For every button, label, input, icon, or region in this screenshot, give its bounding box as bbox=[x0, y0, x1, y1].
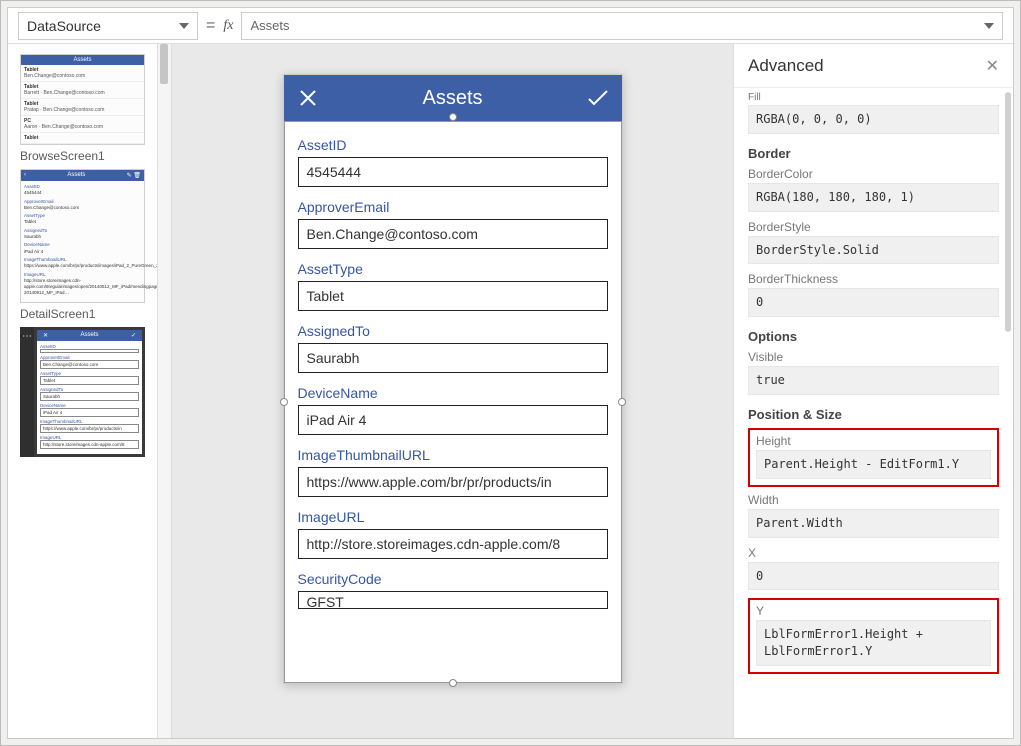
thumbnail-edit[interactable]: ⋯ ✕Assets✓ AssetID ApproverEmailBen.Chan… bbox=[20, 327, 145, 457]
formula-bar: DataSource = fx Assets bbox=[8, 8, 1013, 44]
prop-label: Y bbox=[756, 604, 991, 618]
section-position: Position & Size Height Parent.Height - E… bbox=[748, 407, 999, 674]
highlight-height: Height Parent.Height - EditForm1.Y bbox=[748, 428, 999, 487]
resize-handle-bottom[interactable] bbox=[449, 679, 457, 687]
thumb-browse-label: BrowseScreen1 bbox=[20, 149, 145, 163]
prop-borderthickness: BorderThickness 0 bbox=[748, 272, 999, 317]
card-assetid[interactable]: AssetID 4545444 bbox=[294, 131, 612, 193]
card-label: ImageURL bbox=[298, 509, 608, 525]
property-selector[interactable]: DataSource bbox=[18, 12, 198, 40]
prop-value-x[interactable]: 0 bbox=[748, 562, 999, 591]
text-input-assignedto[interactable]: Saurabh bbox=[298, 343, 608, 373]
text-input-securitycode[interactable]: GFST bbox=[298, 591, 608, 609]
card-label: ImageThumbnailURL bbox=[298, 447, 608, 463]
card-label: SecurityCode bbox=[298, 571, 608, 587]
prop-x: X 0 bbox=[748, 546, 999, 591]
text-input-assettype[interactable]: Tablet bbox=[298, 281, 608, 311]
tree-column: Assets TabletBen.Change@contoso.com Tabl… bbox=[8, 44, 172, 738]
card-label: DeviceName bbox=[298, 385, 608, 401]
thumbnail-browse[interactable]: Assets TabletBen.Change@contoso.com Tabl… bbox=[20, 54, 145, 163]
prop-value-width[interactable]: Parent.Width bbox=[748, 509, 999, 538]
prop-label: Visible bbox=[748, 350, 999, 364]
prop-value-height[interactable]: Parent.Height - EditForm1.Y bbox=[756, 450, 991, 479]
app-inner: DataSource = fx Assets Assets TabletBen.… bbox=[7, 7, 1014, 739]
check-icon[interactable] bbox=[586, 86, 610, 110]
prop-visible: Visible true bbox=[748, 350, 999, 395]
card-imagethumburl[interactable]: ImageThumbnailURL https://www.apple.com/… bbox=[294, 441, 612, 503]
phone-preview[interactable]: Assets AssetID 4545444 ApproverEm bbox=[283, 74, 623, 684]
prop-label: X bbox=[748, 546, 999, 560]
text-input-approveremail[interactable]: Ben.Change@contoso.com bbox=[298, 219, 608, 249]
prop-label: BorderThickness bbox=[748, 272, 999, 286]
section-border: Border BorderColor RGBA(180, 180, 180, 1… bbox=[748, 146, 999, 317]
card-assettype[interactable]: AssetType Tablet bbox=[294, 255, 612, 317]
thumb-header: Assets bbox=[21, 55, 144, 65]
card-imageurl[interactable]: ImageURL http://store.storeimages.cdn-ap… bbox=[294, 503, 612, 565]
card-devicename[interactable]: DeviceName iPad Air 4 bbox=[294, 379, 612, 441]
text-input-devicename[interactable]: iPad Air 4 bbox=[298, 405, 608, 435]
prop-label: Fill bbox=[748, 92, 999, 103]
prop-value-borderthickness[interactable]: 0 bbox=[748, 288, 999, 317]
section-title: Position & Size bbox=[748, 407, 999, 422]
prop-label: Width bbox=[748, 493, 999, 507]
prop-value-fill[interactable]: RGBA(0, 0, 0, 0) bbox=[748, 105, 999, 134]
prop-fill: Fill RGBA(0, 0, 0, 0) bbox=[748, 92, 999, 134]
thumbnail-detail[interactable]: ‹Assets✎ 🗑 AssetID4545444 ApproverEmailB… bbox=[20, 169, 145, 321]
chevron-down-icon bbox=[984, 23, 994, 29]
resize-handle-right[interactable] bbox=[618, 398, 626, 406]
phone-title: Assets bbox=[422, 87, 482, 110]
card-label: AssetType bbox=[298, 261, 608, 277]
screen-tree: Assets TabletBen.Change@contoso.com Tabl… bbox=[8, 44, 158, 738]
prop-label: BorderColor bbox=[748, 167, 999, 181]
advanced-panel: Advanced ✕ Fill RGBA(0, 0, 0, 0) Border … bbox=[733, 44, 1013, 738]
advanced-header: Advanced ✕ bbox=[734, 44, 1013, 88]
section-title: Border bbox=[748, 146, 999, 161]
prop-value-borderstyle[interactable]: BorderStyle.Solid bbox=[748, 236, 999, 265]
card-assignedto[interactable]: AssignedTo Saurabh bbox=[294, 317, 612, 379]
card-label: ApproverEmail bbox=[298, 199, 608, 215]
card-approveremail[interactable]: ApproverEmail Ben.Change@contoso.com bbox=[294, 193, 612, 255]
prop-width: Width Parent.Width bbox=[748, 493, 999, 538]
close-icon[interactable]: ✕ bbox=[986, 56, 999, 76]
edit-form[interactable]: AssetID 4545444 ApproverEmail Ben.Change… bbox=[284, 121, 622, 683]
resize-handle-left[interactable] bbox=[280, 398, 288, 406]
app-window: DataSource = fx Assets Assets TabletBen.… bbox=[0, 0, 1021, 746]
chevron-down-icon bbox=[179, 23, 189, 29]
prop-borderstyle: BorderStyle BorderStyle.Solid bbox=[748, 220, 999, 265]
main-body: Assets TabletBen.Change@contoso.com Tabl… bbox=[8, 44, 1013, 738]
resize-handle-top[interactable] bbox=[449, 113, 457, 121]
highlight-y: Y LblFormError1.Height + LblFormError1.Y bbox=[748, 598, 999, 674]
canvas: Assets AssetID 4545444 ApproverEm bbox=[172, 44, 733, 738]
section-options: Options Visible true bbox=[748, 329, 999, 395]
card-label: AssignedTo bbox=[298, 323, 608, 339]
prop-label: Height bbox=[756, 434, 991, 448]
prop-value-visible[interactable]: true bbox=[748, 366, 999, 395]
tree-scrollbar[interactable] bbox=[158, 44, 172, 738]
text-input-imageurl[interactable]: http://store.storeimages.cdn-apple.com/8 bbox=[298, 529, 608, 559]
prop-y: Y LblFormError1.Height + LblFormError1.Y bbox=[756, 604, 991, 666]
close-icon[interactable] bbox=[296, 86, 320, 110]
section-title: Options bbox=[748, 329, 999, 344]
text-input-imagethumburl[interactable]: https://www.apple.com/br/pr/products/in bbox=[298, 467, 608, 497]
thumb-menu-icon[interactable]: ⋯ bbox=[20, 327, 34, 457]
prop-bordercolor: BorderColor RGBA(180, 180, 180, 1) bbox=[748, 167, 999, 212]
prop-value-bordercolor[interactable]: RGBA(180, 180, 180, 1) bbox=[748, 183, 999, 212]
thumb-detail-label: DetailScreen1 bbox=[20, 307, 145, 321]
property-selector-label: DataSource bbox=[27, 18, 101, 34]
formula-input[interactable]: Assets bbox=[241, 12, 1003, 40]
card-securitycode[interactable]: SecurityCode GFST bbox=[294, 565, 612, 615]
equals-sign: = bbox=[206, 17, 215, 35]
prop-label: BorderStyle bbox=[748, 220, 999, 234]
advanced-title: Advanced bbox=[748, 56, 824, 76]
text-input-assetid[interactable]: 4545444 bbox=[298, 157, 608, 187]
card-label: AssetID bbox=[298, 137, 608, 153]
fx-icon[interactable]: fx bbox=[223, 18, 233, 34]
prop-height: Height Parent.Height - EditForm1.Y bbox=[756, 434, 991, 479]
formula-value: Assets bbox=[250, 18, 289, 33]
advanced-body: Fill RGBA(0, 0, 0, 0) Border BorderColor… bbox=[734, 88, 1013, 738]
prop-value-y[interactable]: LblFormError1.Height + LblFormError1.Y bbox=[756, 620, 991, 666]
